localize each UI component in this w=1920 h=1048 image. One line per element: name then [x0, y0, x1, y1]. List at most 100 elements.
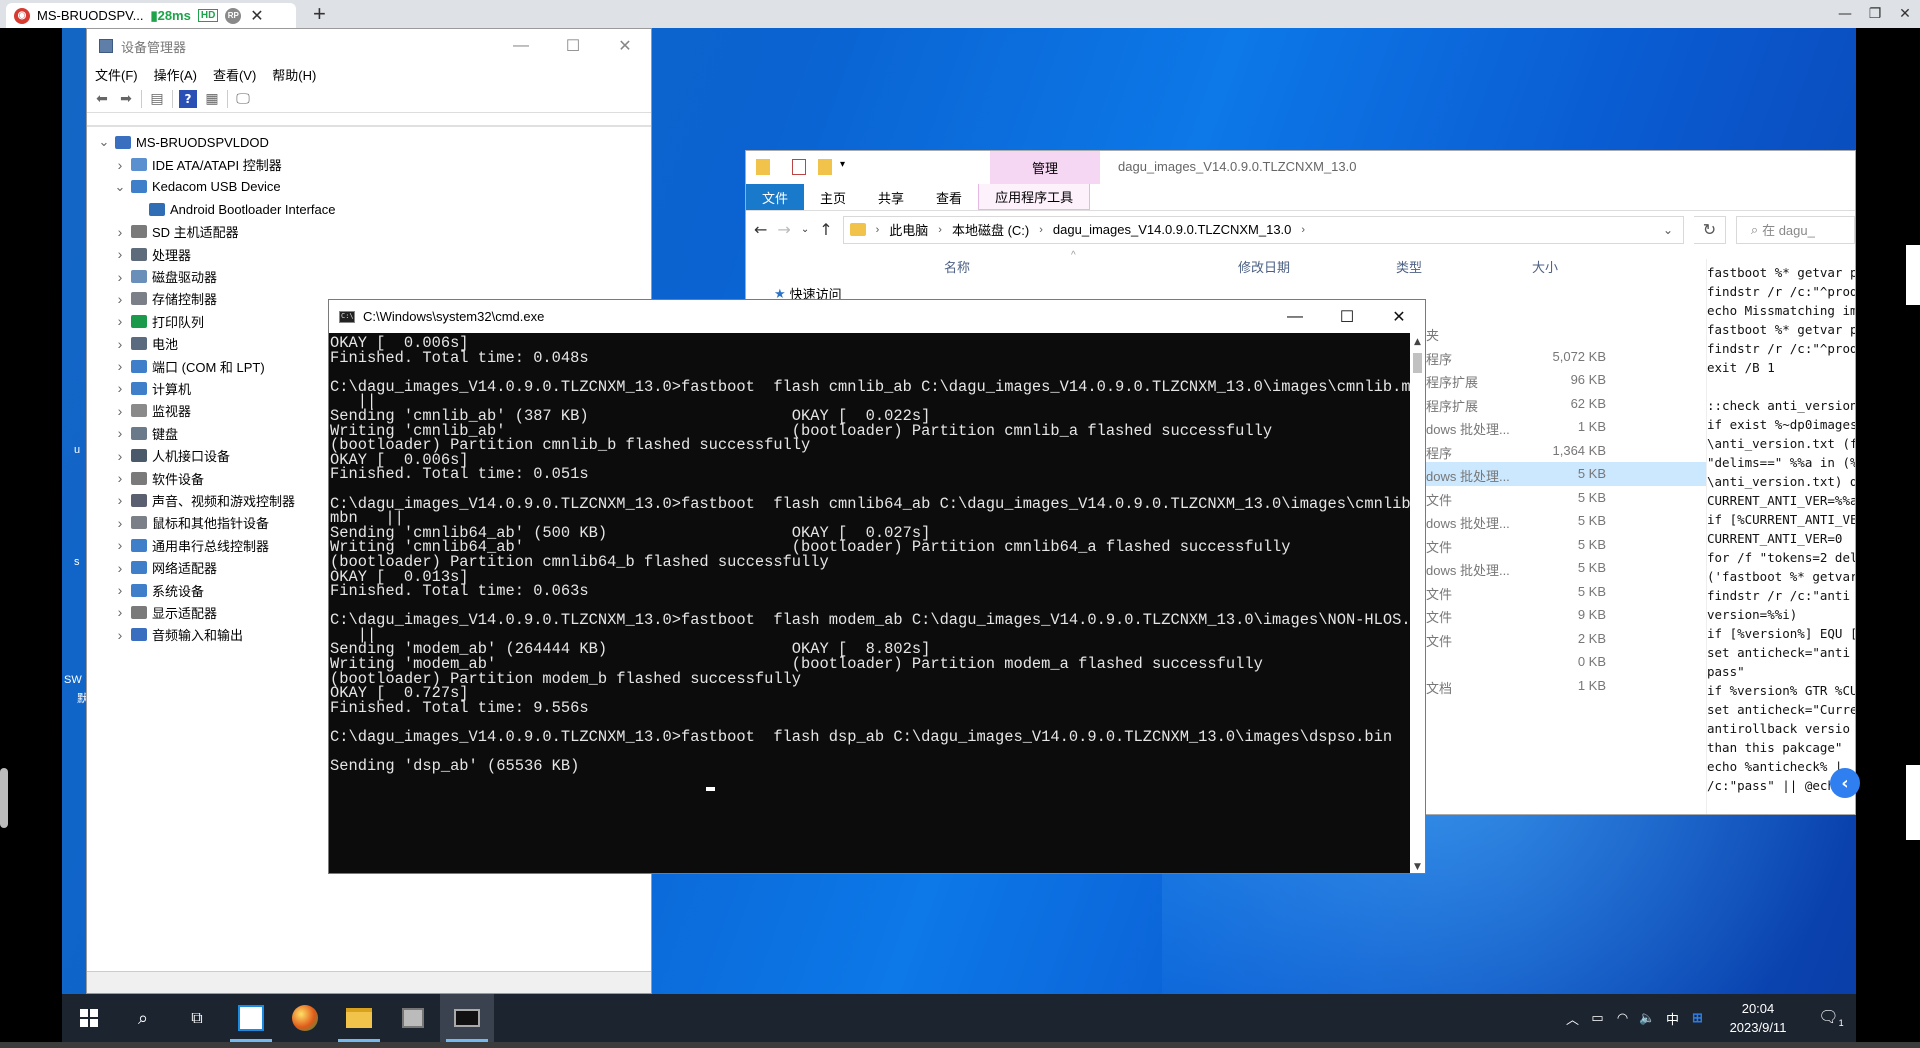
column-date[interactable]: 修改日期	[1238, 257, 1290, 276]
chevron-right-icon[interactable]: ›	[113, 157, 127, 173]
file-size: 5 KB	[1577, 466, 1606, 481]
new-tab-icon[interactable]: +	[313, 1, 326, 27]
maximize-icon[interactable]: ☐	[1321, 300, 1373, 333]
device-tree-item[interactable]: ⌄ MS-BRUODSPVLDOD	[87, 131, 651, 153]
column-size[interactable]: 大小	[1532, 257, 1558, 276]
forward-icon[interactable]: ➡	[117, 90, 135, 108]
taskbar-app[interactable]	[224, 994, 278, 1042]
chevron-right-icon[interactable]: ›	[113, 403, 127, 419]
chevron-right-icon[interactable]: ›	[113, 425, 127, 441]
tab-app-tools[interactable]: 应用程序工具	[978, 184, 1091, 210]
menu-help[interactable]: 帮助(H)	[272, 65, 316, 84]
notification-icon[interactable]: 🗨1	[1806, 1007, 1856, 1028]
chevron-right-icon[interactable]: ›	[113, 291, 127, 307]
search-box[interactable]: ⌕ 在 dagu_	[1735, 215, 1855, 244]
chevron-right-icon[interactable]: ›	[113, 515, 127, 531]
chevron-right-icon[interactable]: ›	[113, 560, 127, 576]
start-button[interactable]	[62, 994, 116, 1042]
chevron-right-icon[interactable]: ›	[113, 604, 127, 620]
up-icon[interactable]: ↑	[819, 220, 832, 239]
help-icon[interactable]: ?	[179, 89, 197, 108]
collapse-arrow-icon[interactable]: ‹	[1830, 768, 1860, 798]
device-tree-item[interactable]: › 处理器	[87, 243, 651, 265]
minimize-icon[interactable]: —	[1830, 0, 1860, 28]
new-folder-icon[interactable]	[818, 159, 832, 175]
chevron-down-icon[interactable]: ▾	[840, 159, 854, 175]
chevron-right-icon[interactable]: ›	[113, 582, 127, 598]
chevron-right-icon[interactable]: ›	[113, 470, 127, 486]
folder-icon[interactable]	[756, 159, 770, 175]
taskbar-app[interactable]	[278, 994, 332, 1042]
remote-session-tab[interactable]: ◉ MS-BRUODSPV... ▮28ms HD RP ✕	[6, 3, 296, 28]
chevron-right-icon[interactable]: ›	[113, 380, 127, 396]
device-tree-item[interactable]: › SD 主机适配器	[87, 221, 651, 243]
device-tree-item[interactable]: Android Bootloader Interface	[87, 198, 651, 220]
breadcrumb-this-pc[interactable]: 此电脑	[889, 220, 928, 239]
view-icon[interactable]: ▦	[203, 90, 221, 108]
taskbar-cmd[interactable]	[440, 994, 494, 1042]
chevron-down-icon[interactable]: ⌄	[113, 179, 127, 195]
menu-file[interactable]: 文件(F)	[95, 65, 138, 84]
device-tree-item[interactable]: › 磁盘驱动器	[87, 265, 651, 287]
close-icon[interactable]: ✕	[1890, 0, 1920, 28]
minimize-icon[interactable]: —	[495, 29, 547, 63]
chevron-up-icon[interactable]: ︿	[1560, 1009, 1585, 1028]
chevron-right-icon[interactable]: ›	[113, 224, 127, 240]
volume-icon[interactable]: 🔈	[1635, 1010, 1660, 1026]
back-icon[interactable]: ←	[754, 220, 767, 239]
column-type[interactable]: 类型	[1396, 257, 1422, 276]
chevron-right-icon[interactable]: ›	[113, 537, 127, 553]
ime-mode[interactable]: 中	[1660, 1009, 1685, 1028]
scan-hardware-icon[interactable]: 🖵	[234, 90, 252, 108]
tab-view[interactable]: 查看	[920, 184, 978, 210]
chevron-down-icon[interactable]: ⌄	[97, 134, 111, 150]
taskbar-file-explorer[interactable]	[332, 994, 386, 1042]
tab-share[interactable]: 共享	[862, 184, 920, 210]
scroll-up-icon[interactable]: ▲	[1410, 333, 1425, 350]
taskbar-app[interactable]	[386, 994, 440, 1042]
chevron-down-icon[interactable]: ⌄	[1663, 223, 1673, 237]
chevron-right-icon[interactable]: ›	[113, 358, 127, 374]
close-icon[interactable]: ✕	[599, 29, 651, 63]
search-icon[interactable]: ⌕	[116, 994, 170, 1042]
side-panel-handle[interactable]	[0, 768, 8, 828]
chevron-right-icon[interactable]: ›	[113, 336, 127, 352]
breadcrumb-folder[interactable]: dagu_images_V14.0.9.0.TLZCNXM_13.0	[1053, 222, 1291, 237]
menu-view[interactable]: 查看(V)	[213, 65, 256, 84]
battery-icon[interactable]: ▭	[1585, 1010, 1610, 1026]
chevron-right-icon[interactable]: ›	[113, 448, 127, 464]
chevron-right-icon[interactable]: ›	[113, 246, 127, 262]
chevron-right-icon[interactable]: ›	[113, 269, 127, 285]
refresh-icon[interactable]: ↻	[1694, 215, 1726, 244]
maximize-icon[interactable]: ☐	[547, 29, 599, 63]
column-name[interactable]: 名称	[944, 257, 970, 276]
task-view-icon[interactable]: ⧉	[170, 994, 224, 1042]
input-method-icon[interactable]: ⊞	[1685, 1010, 1710, 1026]
clock[interactable]: 20:04 2023/9/11	[1710, 999, 1806, 1037]
console-output[interactable]: OKAY [ 0.006s] Finished. Total time: 0.04…	[330, 335, 1412, 873]
tab-home[interactable]: 主页	[804, 184, 862, 210]
wifi-icon[interactable]: ◠	[1610, 1010, 1635, 1026]
close-tab-icon[interactable]: ✕	[250, 6, 263, 26]
forward-icon[interactable]: →	[777, 220, 790, 239]
scroll-thumb[interactable]	[1413, 353, 1422, 373]
device-tree-item[interactable]: › IDE ATA/ATAPI 控制器	[87, 153, 651, 175]
properties-icon[interactable]	[792, 159, 806, 175]
chevron-right-icon[interactable]: ›	[113, 492, 127, 508]
address-bar[interactable]: › 此电脑 › 本地磁盘 (C:) › dagu_images_V14.0.9.…	[842, 215, 1685, 244]
manage-context-tab[interactable]: 管理	[990, 151, 1100, 184]
chevron-right-icon[interactable]: ›	[113, 313, 127, 329]
tab-file[interactable]: 文件	[746, 184, 805, 210]
scroll-down-icon[interactable]: ▼	[1410, 858, 1425, 873]
chevron-right-icon[interactable]: ›	[113, 627, 127, 643]
close-icon[interactable]: ✕	[1373, 300, 1425, 333]
properties-icon[interactable]: ▤	[148, 90, 166, 108]
scrollbar[interactable]: ▲ ▼	[1410, 333, 1425, 873]
menu-action[interactable]: 操作(A)	[154, 65, 197, 84]
back-icon[interactable]: ⬅	[93, 90, 111, 108]
restore-icon[interactable]: ❐	[1860, 0, 1890, 28]
recent-locations-icon[interactable]: ⌄	[801, 224, 809, 235]
device-tree-item[interactable]: ⌄ Kedacom USB Device	[87, 176, 651, 198]
breadcrumb-local-disk[interactable]: 本地磁盘 (C:)	[952, 220, 1029, 239]
minimize-icon[interactable]: —	[1269, 300, 1321, 333]
